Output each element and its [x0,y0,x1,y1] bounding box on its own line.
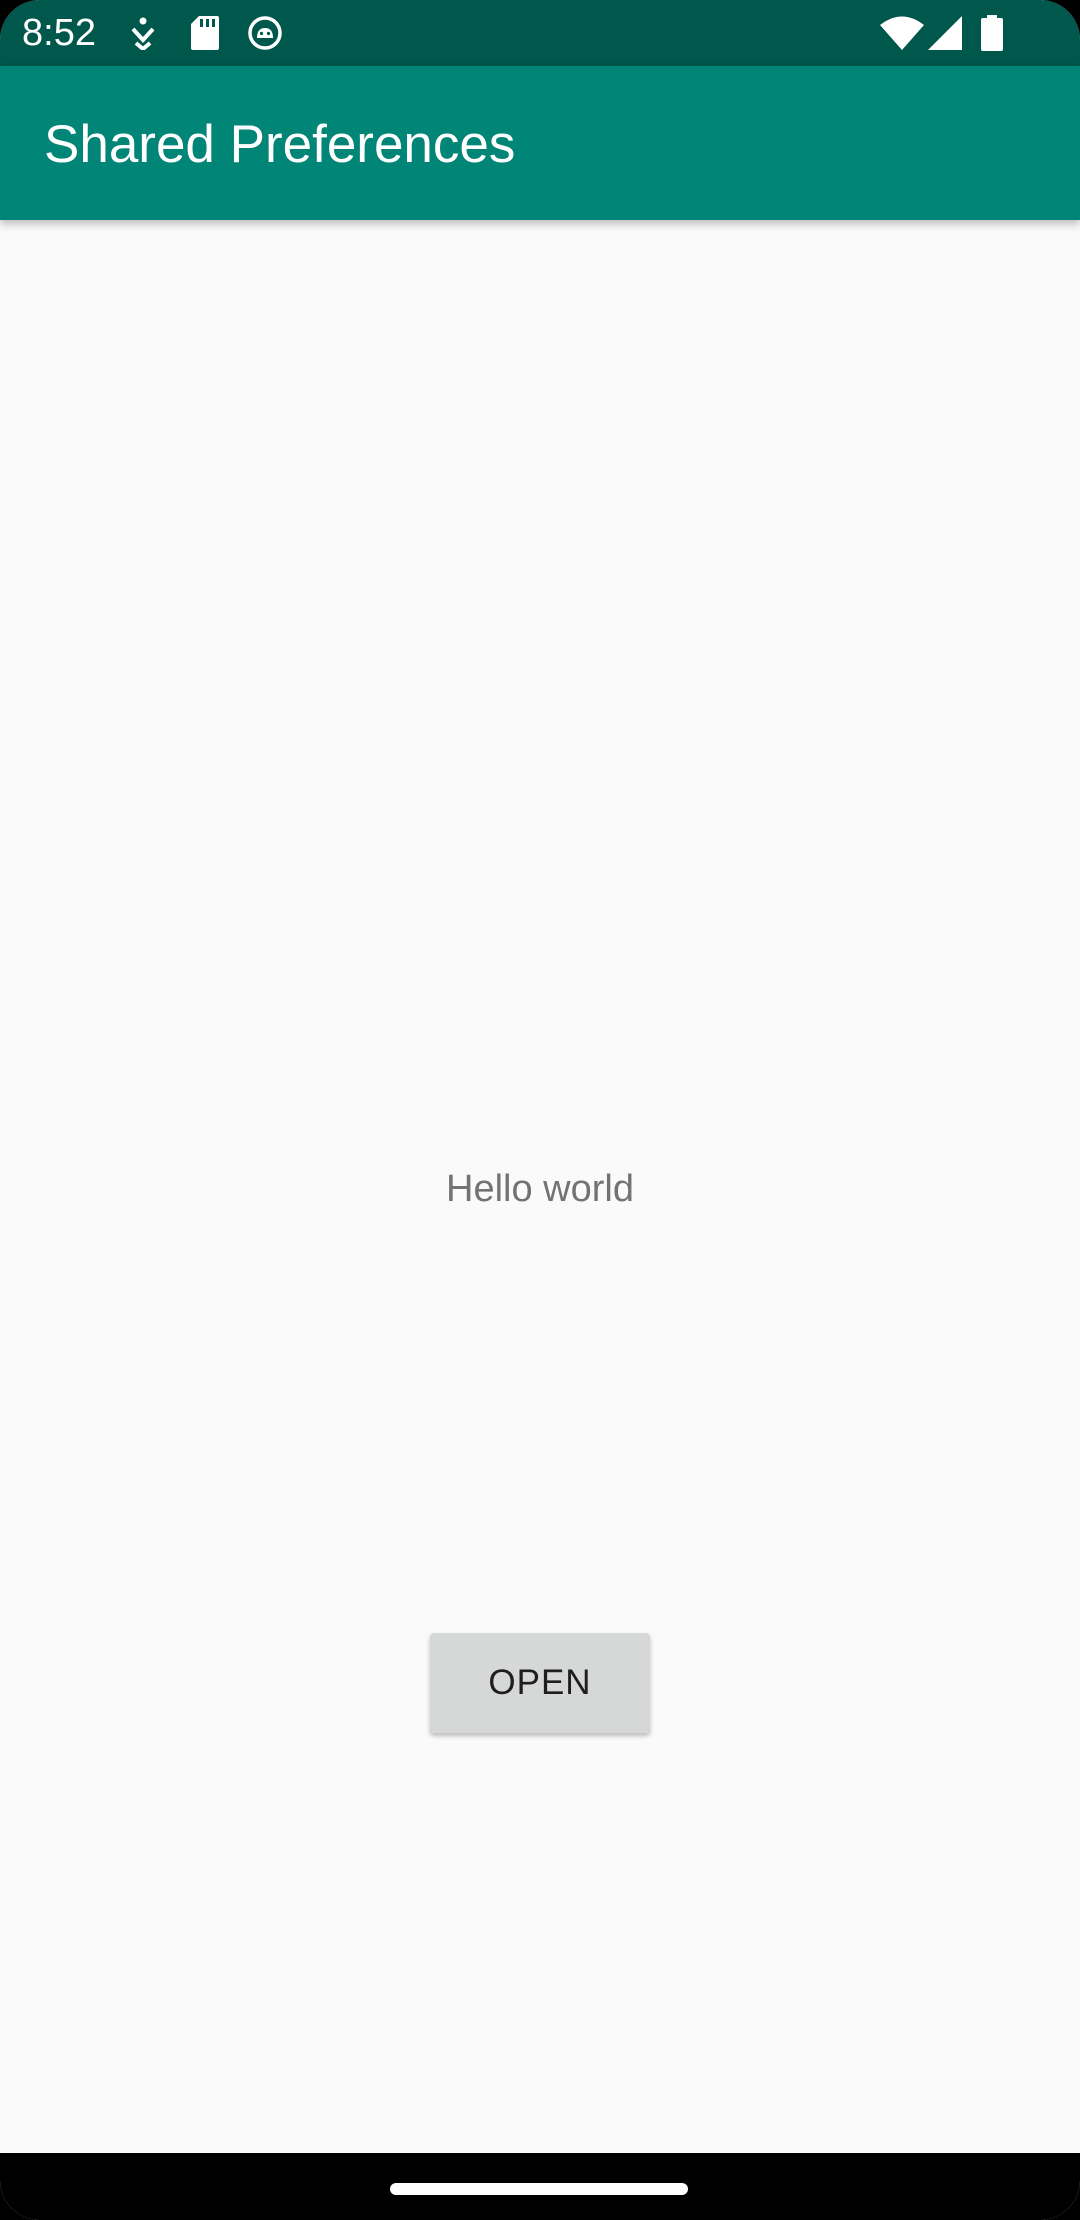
cell-signal-icon [927,15,963,51]
hello-text: Hello world [446,1168,634,1210]
app-title: Shared Preferences [44,115,516,174]
phone-screen: 8:52 Shared Preferences Hello world OPEN [0,0,1080,2220]
open-button[interactable]: OPEN [430,1633,650,1733]
home-gesture-handle[interactable] [390,2183,688,2195]
navigation-bar [0,2153,1080,2220]
accessibility-icon [130,15,156,51]
app-bar: Shared Preferences [0,66,1080,220]
battery-icon [979,15,1005,51]
status-bar: 8:52 [0,0,1080,66]
status-time: 8:52 [22,12,96,54]
wifi-icon [880,15,924,51]
main-content: Hello world OPEN [0,220,1080,2153]
sd-card-icon [190,15,220,51]
android-debug-icon [247,15,283,51]
